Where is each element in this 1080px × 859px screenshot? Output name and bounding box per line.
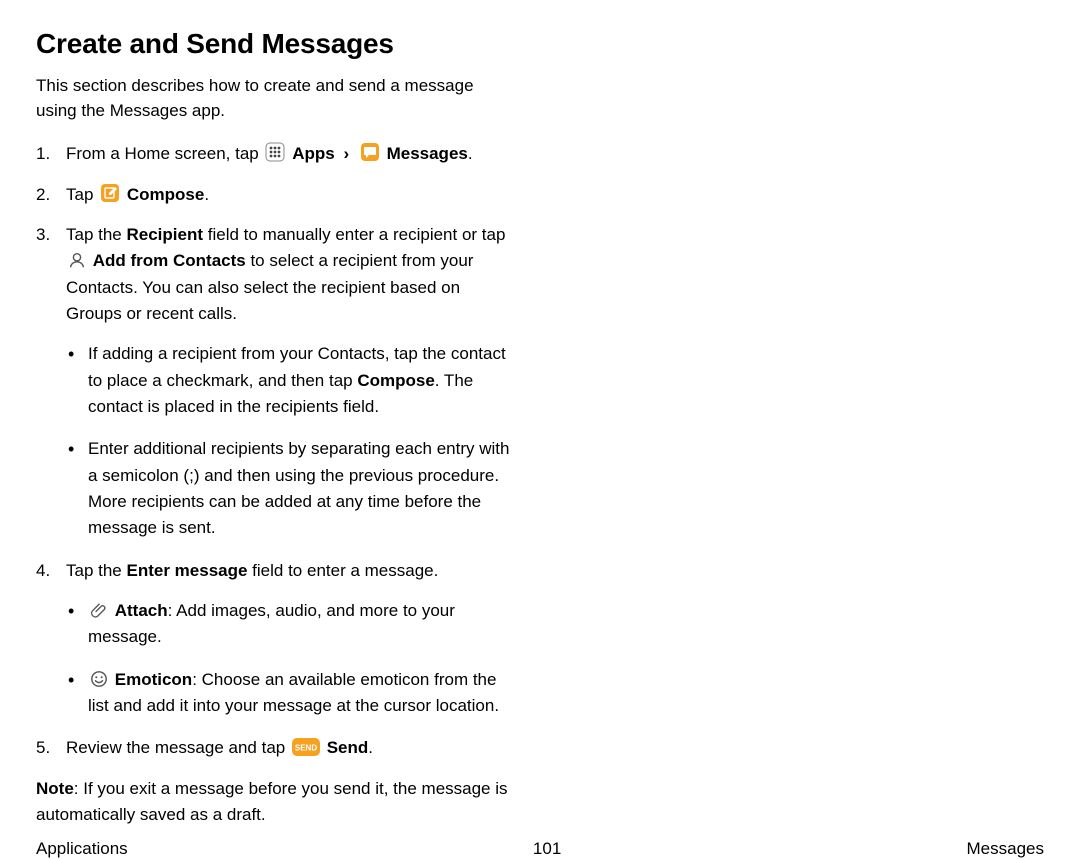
svg-text:SEND: SEND <box>295 744 317 753</box>
add-from-contacts-label: Add from Contacts <box>93 251 246 270</box>
footer-page-number: 101 <box>533 839 561 859</box>
step-4-b: field to enter a message. <box>247 561 438 580</box>
compose-inline-label: Compose <box>357 371 434 390</box>
step-3-a: Tap the <box>66 225 127 244</box>
step-4-subbullets: Attach: Add images, audio, and more to y… <box>66 598 516 719</box>
note-text: : If you exit a message before you send … <box>36 779 508 824</box>
compose-icon <box>100 183 120 203</box>
page-footer: Applications 101 Messages <box>36 829 1044 859</box>
content-columns: Create and Send Messages This section de… <box>36 28 1044 829</box>
footer-left: Applications <box>36 839 128 859</box>
enter-message-label: Enter message <box>127 561 248 580</box>
step-5-a: Review the message and tap <box>66 738 290 757</box>
emoticon-icon <box>90 670 108 688</box>
attach-label: Attach <box>115 601 168 620</box>
step-2-post: . <box>204 185 209 204</box>
step-3-sub-2: Enter additional recipients by separatin… <box>66 436 516 541</box>
send-icon: SEND <box>292 738 320 756</box>
step-3-b: field to manually enter a recipient or t… <box>203 225 505 244</box>
compose-label: Compose <box>127 185 204 204</box>
step-5-b: . <box>368 738 373 757</box>
send-label: Send <box>327 738 369 757</box>
attach-icon <box>90 601 108 619</box>
document-page: Create and Send Messages This section de… <box>0 0 1080 720</box>
step-5: Review the message and tap SEND Send. <box>36 735 516 761</box>
step-2-pre: Tap <box>66 185 98 204</box>
step-4: Tap the Enter message field to enter a m… <box>36 558 516 720</box>
step-3: Tap the Recipient field to manually ente… <box>36 222 516 542</box>
step-1-pre: From a Home screen, tap <box>66 144 263 163</box>
step-3-sub-1: If adding a recipient from your Contacts… <box>66 341 516 420</box>
note-label: Note <box>36 779 74 798</box>
messages-label: Messages <box>387 144 468 163</box>
step-3-subbullets: If adding a recipient from your Contacts… <box>66 341 516 541</box>
messages-icon <box>360 142 380 162</box>
note-paragraph: Note: If you exit a message before you s… <box>36 776 516 829</box>
step-4-emoticon: Emoticon: Choose an available emoticon f… <box>66 667 516 720</box>
contact-icon <box>68 251 86 269</box>
apps-label: Apps <box>292 144 335 163</box>
footer-right: Messages <box>967 839 1044 859</box>
step-1-post: . <box>468 144 473 163</box>
step-4-a: Tap the <box>66 561 127 580</box>
step-2: Tap Compose. <box>36 182 516 208</box>
step-4-attach: Attach: Add images, audio, and more to y… <box>66 598 516 651</box>
step-1: From a Home screen, tap Apps › <box>36 141 516 167</box>
emoticon-label: Emoticon <box>115 670 192 689</box>
intro-text: This section describes how to create and… <box>36 74 516 123</box>
recipient-label: Recipient <box>127 225 204 244</box>
chevron-right-icon: › <box>343 141 349 167</box>
page-title: Create and Send Messages <box>36 28 516 60</box>
ordered-steps: From a Home screen, tap Apps › <box>36 141 516 762</box>
apps-icon <box>265 142 285 162</box>
